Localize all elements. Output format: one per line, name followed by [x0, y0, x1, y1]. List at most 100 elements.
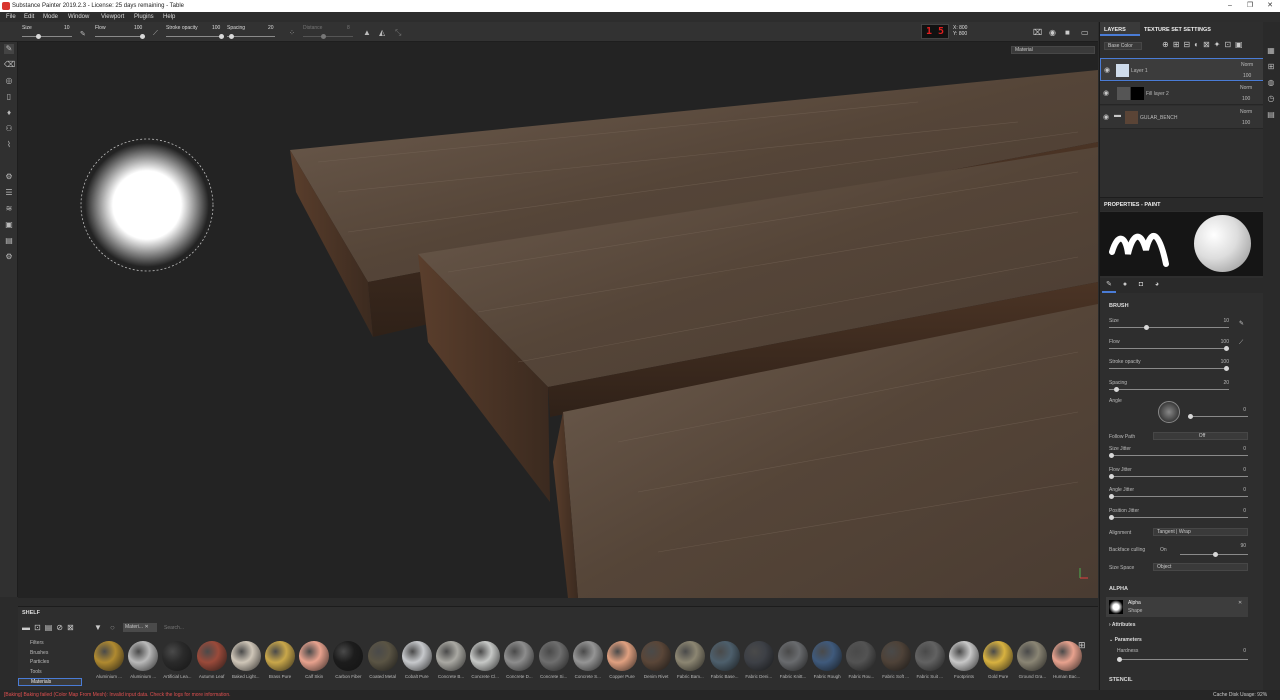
material-thumbnail[interactable] — [949, 641, 979, 671]
distance-slider[interactable] — [303, 34, 353, 39]
properties-panel-icon[interactable]: ▤ — [1266, 110, 1276, 120]
follow-path-toggle[interactable]: Off — [1153, 432, 1248, 440]
material-thumbnail[interactable] — [401, 641, 432, 671]
projection-icon[interactable]: ⤡ — [395, 28, 401, 38]
shelf-category-tools[interactable]: Tools — [26, 669, 90, 675]
alpha-tab-icon[interactable]: ◘ — [1134, 278, 1148, 293]
size-slider[interactable] — [22, 34, 72, 39]
shelf-category-brushes[interactable]: Brushes — [26, 650, 90, 656]
filter-tag[interactable]: Materi... ✕ — [123, 623, 157, 632]
parameters-group[interactable]: ⌄ Parameters — [1109, 637, 1142, 643]
filter-icon[interactable]: ▼ — [94, 623, 102, 632]
layers-panel-icon[interactable]: ▦ — [1266, 46, 1276, 56]
clone-icon[interactable]: ⚇ — [4, 124, 14, 134]
layer-row[interactable]: ◉ Layer 1 Norm 100 — [1100, 58, 1264, 81]
layer-opacity[interactable]: 100 — [1242, 96, 1250, 102]
brush-param-slider[interactable] — [1109, 366, 1229, 371]
eye-icon[interactable]: ◉ — [1104, 66, 1110, 74]
display-panel-icon[interactable]: ◍ — [1266, 78, 1276, 88]
material-thumbnail[interactable] — [675, 641, 706, 671]
layer-blend[interactable]: Norm — [1240, 85, 1252, 91]
shelf-actions[interactable]: ▬⊡▤⊘⊠ — [22, 623, 78, 632]
slider-knob[interactable] — [1109, 514, 1114, 520]
settings-icon[interactable]: ⚙ — [4, 252, 14, 262]
shelf-category-filters[interactable]: Filters — [26, 640, 90, 646]
material-thumbnail[interactable] — [983, 641, 1014, 671]
hardness-slider[interactable] — [1117, 657, 1248, 662]
shelf-category-materials[interactable]: Materials — [18, 678, 82, 686]
pressure-icon[interactable]: ✎ — [80, 30, 88, 38]
shelf-category-particles[interactable]: Particles — [26, 659, 90, 665]
brush-param-slider[interactable] — [1109, 345, 1229, 351]
menu-help[interactable]: Help — [163, 14, 175, 20]
material-thumbnail[interactable] — [880, 641, 911, 671]
material-thumbnail[interactable] — [743, 641, 774, 671]
material-thumbnail[interactable] — [709, 641, 740, 671]
flow-pressure-icon[interactable]: ⟋ — [153, 30, 161, 38]
layer-opacity[interactable]: 100 — [1242, 120, 1250, 126]
material-thumbnail[interactable] — [914, 641, 945, 671]
layer-opacity[interactable]: 100 — [1243, 73, 1251, 79]
flow-slider[interactable] — [95, 34, 145, 39]
slider-knob[interactable] — [1224, 345, 1229, 351]
jitter-slider[interactable] — [1109, 473, 1248, 479]
alignment-dropdown[interactable]: Tangent | Wrap — [1153, 528, 1248, 536]
material-thumbnail[interactable] — [572, 641, 603, 671]
alpha-slot[interactable]: Alpha Shape ✕ — [1106, 597, 1248, 617]
material-thumbnail[interactable] — [128, 641, 159, 671]
layer-actions[interactable]: ⊕⊞⊟◐⊠✦⊡▣ — [1162, 40, 1247, 49]
material-thumbnail[interactable] — [1017, 641, 1048, 671]
screenshot-icon[interactable]: ■ — [1065, 28, 1070, 37]
material-thumbnail[interactable] — [333, 641, 364, 671]
material-thumbnail[interactable] — [846, 641, 877, 671]
log-icon[interactable]: ☰ — [4, 188, 14, 198]
brush-param-slider[interactable] — [1109, 325, 1229, 330]
material-thumbnail[interactable] — [641, 641, 672, 671]
material-thumbnail[interactable] — [538, 641, 569, 671]
smudge-icon[interactable]: ♦ — [4, 108, 14, 118]
angle-dial[interactable] — [1158, 401, 1180, 423]
material-thumbnail[interactable] — [299, 641, 330, 671]
projection-tool-icon[interactable]: ◎ — [4, 76, 14, 86]
minimize-button[interactable]: – — [1220, 0, 1240, 12]
eraser-icon[interactable]: ⌫ — [4, 60, 15, 70]
alpha-clear-icon[interactable]: ✕ — [1238, 600, 1242, 606]
spacing-slider[interactable] — [227, 34, 275, 39]
menu-window[interactable]: Window — [68, 14, 89, 20]
tab-layers[interactable]: LAYERS — [1100, 22, 1140, 36]
layer-blend[interactable]: Norm — [1240, 109, 1252, 115]
geometry-mask-icon[interactable]: ▯ — [4, 92, 14, 102]
material-thumbnail[interactable] — [94, 641, 124, 671]
tab-texture-set[interactable]: TEXTURE SET SETTINGS — [1142, 22, 1214, 36]
angle-slider[interactable] — [1188, 414, 1248, 419]
layer-row[interactable]: ◉ ▬ GULAR_BENCH Norm 100 — [1100, 106, 1264, 129]
display-icon[interactable]: ▣ — [4, 220, 14, 230]
brush-tab-icon[interactable]: ✎ — [1102, 278, 1116, 293]
maximize-button[interactable]: ❐ — [1240, 0, 1260, 12]
material-thumbnail[interactable] — [436, 641, 466, 671]
camera-icon[interactable]: ⌧ — [1033, 28, 1042, 37]
backface-toggle[interactable]: On — [1160, 547, 1167, 553]
texture-set-panel-icon[interactable]: ⊞ — [1266, 62, 1276, 72]
channel-dropdown[interactable]: Base Color — [1104, 42, 1142, 50]
3d-viewport[interactable]: Material — [18, 42, 1098, 598]
material-thumbnail[interactable] — [504, 641, 535, 671]
material-tab-icon[interactable]: ● — [1118, 278, 1132, 293]
paint-brush-icon[interactable]: ✎ — [4, 44, 14, 54]
size-space-dropdown[interactable]: Object — [1153, 563, 1248, 571]
slider-knob[interactable] — [1109, 453, 1114, 458]
material-thumbnail[interactable] — [367, 641, 398, 671]
jitter-slider[interactable] — [1109, 494, 1248, 499]
document-icon[interactable]: ▤ — [4, 236, 14, 246]
material-thumbnail[interactable] — [470, 641, 501, 671]
shelf-search-input[interactable]: Search... — [164, 625, 184, 631]
channel-view-dropdown[interactable]: Material — [1011, 46, 1095, 54]
attributes-group[interactable]: › Attributes — [1109, 622, 1136, 628]
flow-pressure-icon[interactable]: ⟋ — [1239, 340, 1243, 347]
jitter-slider[interactable] — [1109, 453, 1248, 458]
material-thumbnail[interactable] — [607, 641, 637, 671]
menu-plugins[interactable]: Plugins — [134, 14, 154, 20]
layer-blend[interactable]: Norm — [1241, 62, 1253, 68]
menu-mode[interactable]: Mode — [43, 14, 58, 20]
material-thumbnail[interactable] — [196, 641, 227, 671]
